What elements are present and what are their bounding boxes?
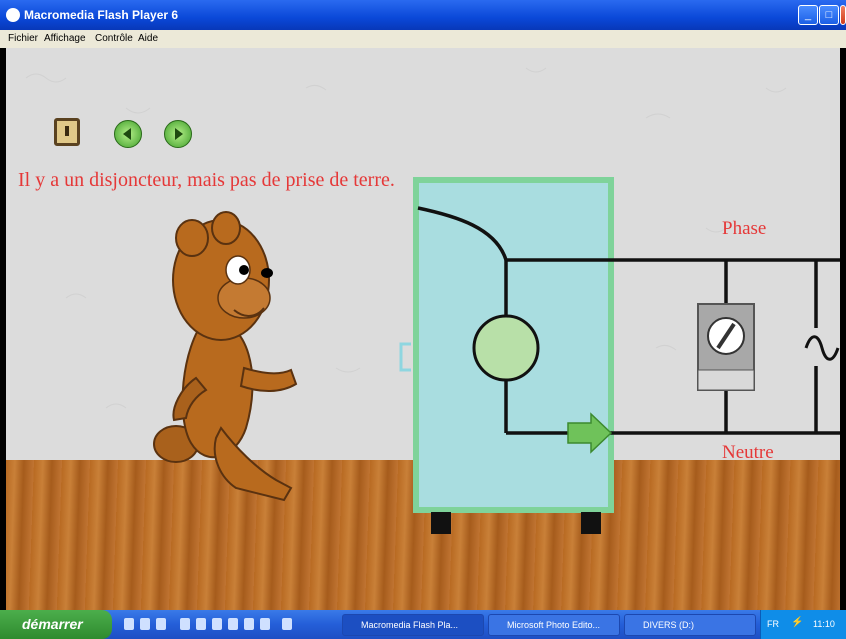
quicklaunch-icon[interactable] [282,618,292,630]
quicklaunch-icon[interactable] [212,618,222,630]
quicklaunch-icon[interactable] [180,618,190,630]
quicklaunch-icon[interactable] [196,618,206,630]
phase-label: Phase [722,218,767,239]
circuit-breaker [697,303,755,391]
wall-texture [25,67,787,409]
home-icon [65,126,69,136]
menu-fichier[interactable]: Fichier [8,33,38,44]
maximize-button[interactable]: □ [819,5,839,25]
quicklaunch-icon[interactable] [260,618,270,630]
bear-character [153,211,298,502]
task-flash-player[interactable]: Macromedia Flash Pla... [342,614,484,636]
task-label: DIVERS (D:) [643,620,695,630]
quicklaunch-icon[interactable] [140,618,150,630]
neutre-label: Neutre [722,442,774,463]
task-photo-editor[interactable]: Microsoft Photo Edito... [488,614,620,636]
menu-bar: Fichier Affichage Contrôle Aide [0,30,846,48]
arrow-left-icon [123,128,131,140]
flash-stage: Il y a un disjoncteur, mais pas de prise… [6,48,840,610]
quicklaunch-icon[interactable] [244,618,254,630]
motor-circle [472,314,540,382]
task-divers-drive[interactable]: DIVERS (D:) [624,614,756,636]
language-indicator[interactable]: FR [767,619,779,629]
start-label: démarrer [22,616,83,632]
clock: 11:10 [813,619,835,629]
window-title: Macromedia Flash Player 6 [24,8,179,22]
previous-button[interactable] [114,120,142,148]
tray-icon[interactable]: ⚡ [791,617,803,628]
arrow-right-icon [175,128,183,140]
menu-controle[interactable]: Contrôle [95,33,133,44]
close-button[interactable] [840,5,846,25]
scene-caption: Il y a un disjoncteur, mais pas de prise… [18,169,395,191]
title-bar: Macromedia Flash Player 6 _ □ [0,0,846,30]
taskbar: démarrer Macromedia Flash Pla... Microso… [0,610,846,639]
start-button[interactable]: démarrer [0,610,112,639]
minimize-button[interactable]: _ [798,5,818,25]
quicklaunch-icon[interactable] [124,618,134,630]
home-button[interactable] [54,118,80,146]
system-tray: FR ⚡ 11:10 [760,610,846,639]
ac-source-icon [804,335,840,361]
menu-aide[interactable]: Aide [138,33,158,44]
quicklaunch-icon[interactable] [228,618,238,630]
flash-app-icon [6,8,20,22]
menu-affichage[interactable]: Affichage [44,33,86,44]
quicklaunch-icon[interactable] [156,618,166,630]
task-label: Microsoft Photo Edito... [507,620,601,630]
next-button[interactable] [164,120,192,148]
task-label: Macromedia Flash Pla... [361,620,459,630]
